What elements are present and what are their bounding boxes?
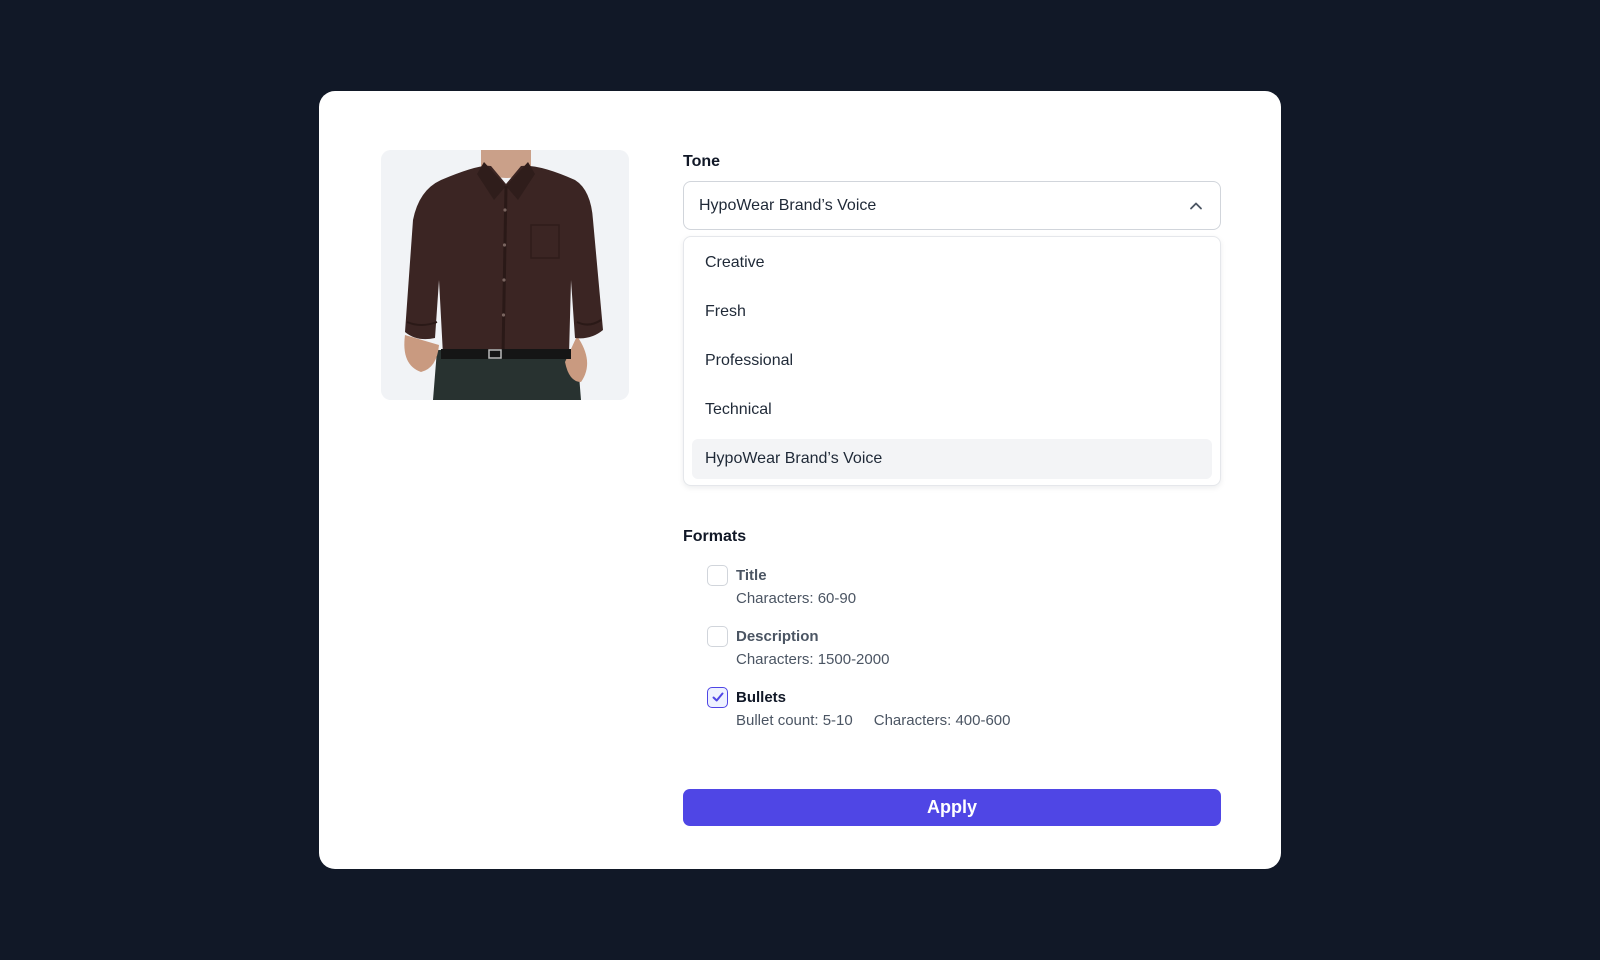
chevron-up-icon [1190,202,1202,209]
bullets-count: Bullet count: 5-10 [736,712,853,729]
description-characters: Characters: 1500-2000 [736,651,890,668]
tone-format-card: Tone HypoWear Brand’s Voice Creative Fre… [319,91,1281,869]
format-name-description: Description [736,627,819,645]
tone-option-creative[interactable]: Creative [692,243,1212,283]
format-name-title: Title [736,566,767,584]
tone-select-value: HypoWear Brand’s Voice [699,196,877,214]
formats-label: Formats [683,528,747,545]
tone-option-professional[interactable]: Professional [692,341,1212,381]
apply-button[interactable]: Apply [683,789,1221,826]
shirt-illustration [381,150,629,400]
bullets-characters: Characters: 400-600 [873,712,1011,729]
title-checkbox[interactable] [707,564,728,586]
product-image [381,150,629,400]
description-checkbox[interactable] [707,625,728,647]
tone-option-technical[interactable]: Technical [692,390,1212,430]
tone-option-hypowear-brands-voice[interactable]: HypoWear Brand’s Voice [692,439,1212,479]
bullets-checkbox[interactable] [707,686,728,708]
title-characters: Characters: 60-90 [736,590,857,607]
tone-select[interactable]: HypoWear Brand’s Voice [683,181,1221,230]
tone-label: Tone [683,153,721,170]
format-item-description: Description Characters: 1500-2000 [707,625,889,668]
tone-option-fresh[interactable]: Fresh [692,292,1212,332]
check-icon [712,692,723,702]
format-item-title: Title Characters: 60-90 [707,564,856,607]
format-item-bullets: Bullets Bullet count: 5-10 Characters: 4… [707,686,1011,729]
tone-dropdown-menu: Creative Fresh Professional Technical Hy… [683,236,1221,486]
format-name-bullets: Bullets [736,688,787,706]
